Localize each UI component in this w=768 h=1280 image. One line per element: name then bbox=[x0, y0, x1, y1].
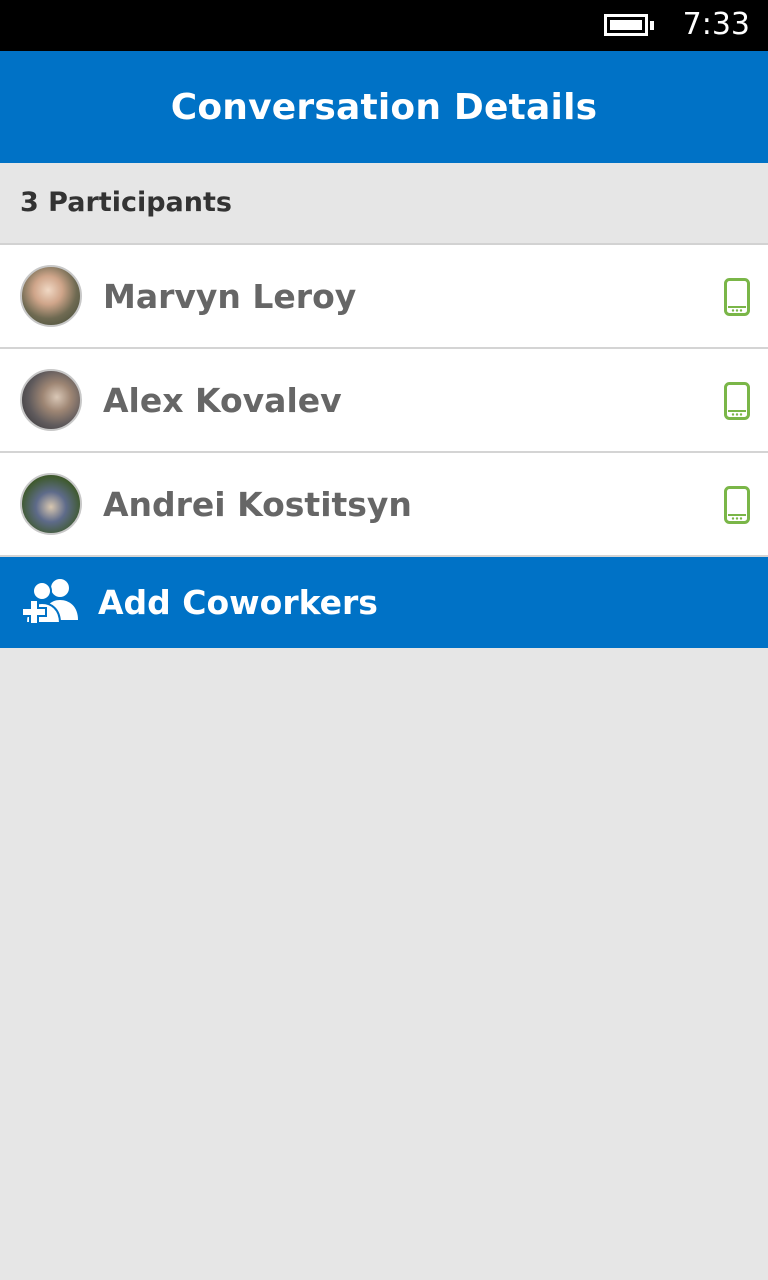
app-header: Conversation Details bbox=[0, 51, 768, 163]
add-coworkers-label: Add Coworkers bbox=[98, 583, 378, 622]
page-title: Conversation Details bbox=[170, 86, 598, 128]
participants-count-bar: 3 Participants bbox=[0, 163, 768, 245]
status-time: 7:33 bbox=[682, 7, 750, 42]
participant-row[interactable]: Alex Kovalev bbox=[0, 349, 768, 453]
mobile-phone-icon bbox=[724, 486, 750, 524]
add-people-icon bbox=[21, 579, 78, 625]
participant-name: Marvyn Leroy bbox=[103, 277, 357, 316]
avatar bbox=[20, 265, 82, 327]
battery-icon bbox=[604, 14, 648, 36]
avatar bbox=[20, 369, 82, 431]
add-coworkers-button[interactable]: Add Coworkers bbox=[0, 557, 768, 648]
mobile-phone-icon bbox=[724, 278, 750, 316]
status-bar: 7:33 bbox=[0, 0, 768, 51]
mobile-phone-icon bbox=[724, 382, 750, 420]
battery-tip bbox=[650, 21, 654, 30]
participant-name: Alex Kovalev bbox=[103, 381, 342, 420]
avatar bbox=[20, 473, 82, 535]
participant-row[interactable]: Marvyn Leroy bbox=[0, 245, 768, 349]
participants-count: 3 Participants bbox=[20, 187, 232, 218]
participant-name: Andrei Kostitsyn bbox=[103, 485, 412, 524]
participant-row[interactable]: Andrei Kostitsyn bbox=[0, 453, 768, 557]
